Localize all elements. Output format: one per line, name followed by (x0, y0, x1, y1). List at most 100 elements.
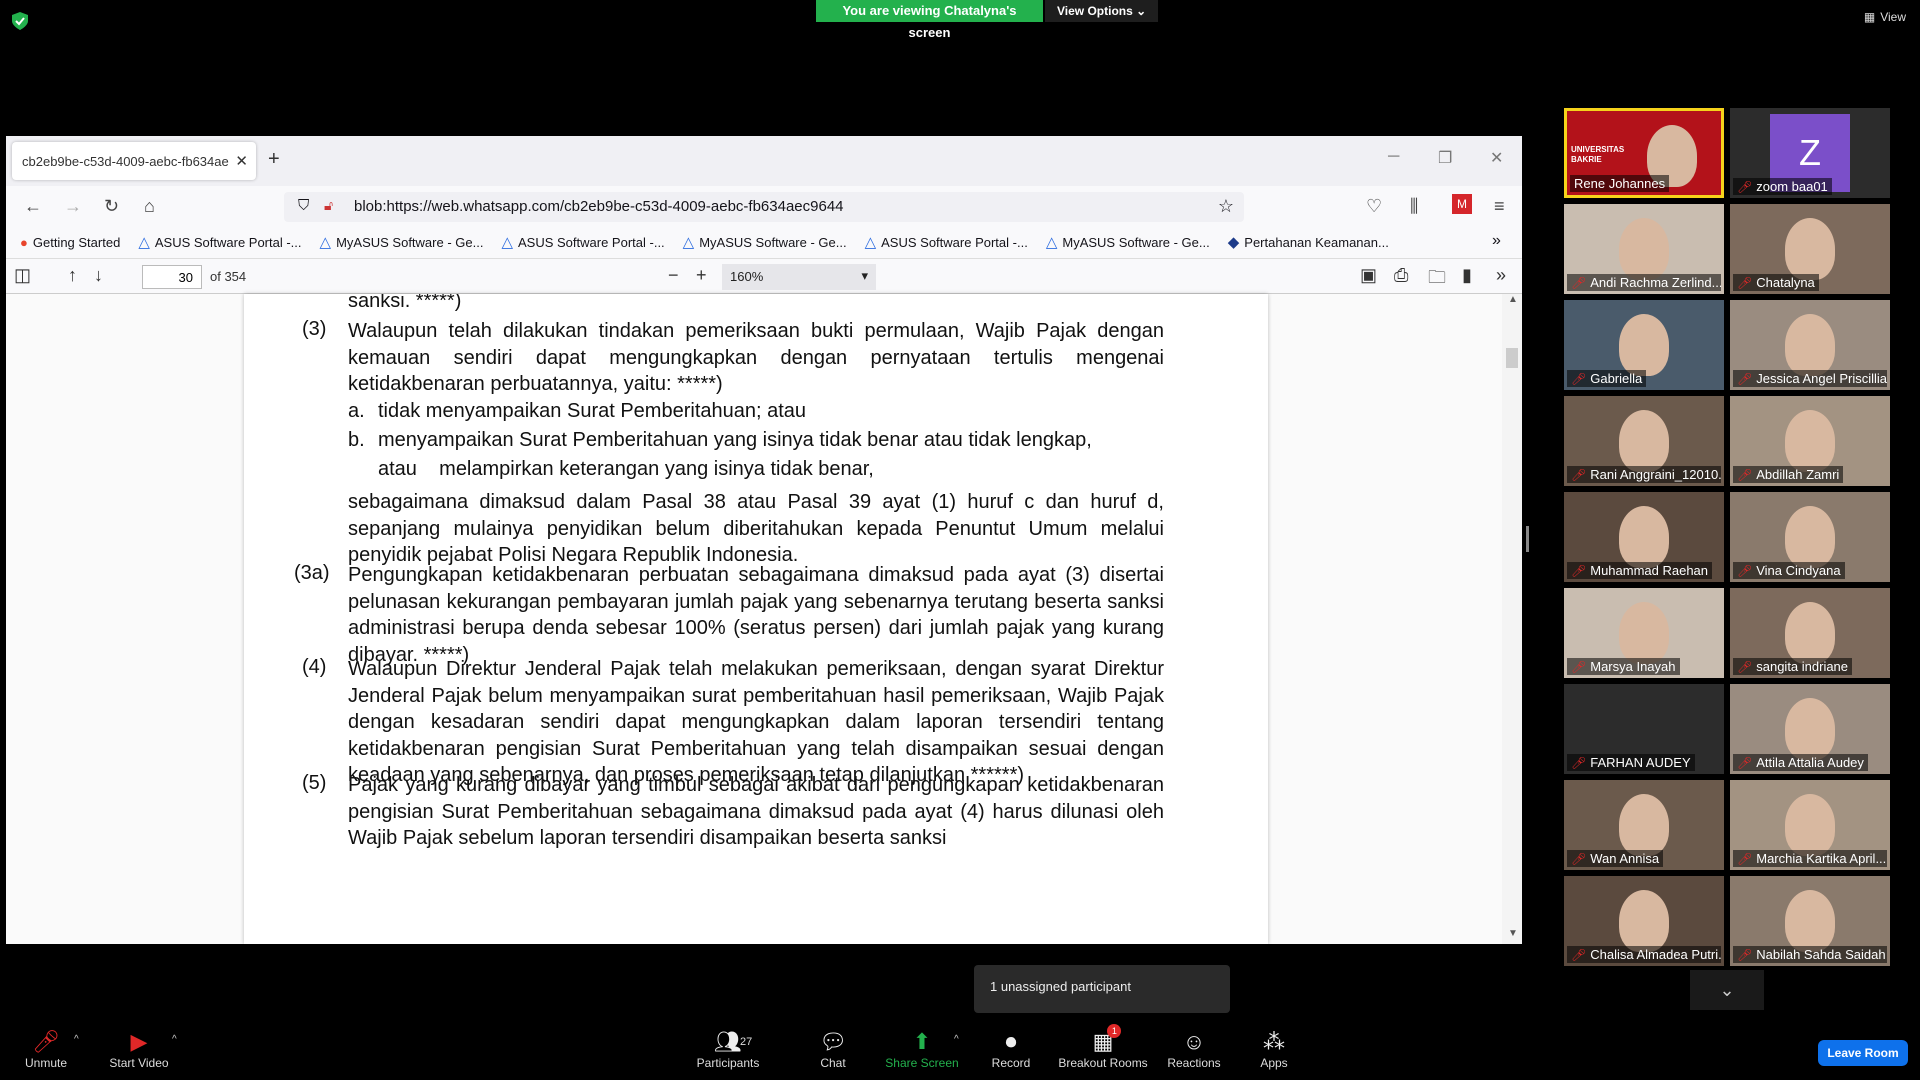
tools-icon[interactable]: » (1496, 265, 1506, 286)
view-layout-button[interactable]: ▦ View (1864, 10, 1906, 24)
participant-tile[interactable]: 🎤︎ Jessica Angel Priscillia (1730, 300, 1890, 390)
close-window-icon[interactable]: ✕ (1490, 148, 1503, 168)
gallery-next-page-icon[interactable]: ⌄ (1690, 970, 1764, 1010)
chevron-double-right-icon[interactable]: » (1492, 232, 1501, 250)
start-video-label: Start Video (109, 1056, 169, 1070)
bookmark-label: ASUS Software Portal -... (154, 234, 302, 250)
participant-name-label: Muhammad Raehan (1590, 563, 1709, 578)
participant-tile[interactable]: 🎤︎ Andi Rachma Zerlind... (1564, 204, 1724, 294)
apps-icon: ⁂ (1263, 1029, 1285, 1054)
participant-tile[interactable]: 🎤︎ Chalisa Almadea Putri... (1564, 876, 1724, 966)
audio-options-caret-icon[interactable]: ^ (74, 1034, 79, 1045)
tracking-shield-icon[interactable]: ⛉ (298, 197, 309, 214)
share-options-caret-icon[interactable]: ^ (954, 1034, 959, 1045)
participants-button[interactable]: 👥︎ 27 Participants (690, 1028, 766, 1070)
library-icon[interactable]: ⫼ (1410, 196, 1418, 217)
participant-tile[interactable]: 🎤︎ Muhammad Raehan (1564, 492, 1724, 582)
sidebar-toggle-icon[interactable]: ◫ (14, 265, 31, 286)
reload-icon[interactable]: ↻ (104, 196, 119, 217)
tab-title: cb2eb9be-c53d-4009-aebc-fb634ae (22, 154, 229, 169)
scroll-down-icon[interactable]: ▼ (1508, 928, 1518, 939)
participant-tile[interactable]: Z 🎤︎ zoom baa01 (1730, 108, 1890, 198)
bookmark-item[interactable]: △ ASUS Software Portal -... (865, 233, 1028, 251)
unmute-button[interactable]: 🎤︎ Unmute (18, 1028, 74, 1070)
forward-icon[interactable]: → (64, 196, 82, 217)
chat-button[interactable]: 💬︎ Chat (808, 1028, 858, 1070)
leave-room-button[interactable]: Leave Room (1818, 1040, 1908, 1066)
participant-video (1785, 698, 1835, 760)
security-shield-icon[interactable] (12, 12, 28, 30)
restore-icon[interactable]: ❐ (1438, 148, 1452, 168)
back-icon[interactable]: ← (24, 196, 42, 217)
bookmark-item[interactable]: △ ASUS Software Portal -... (501, 233, 664, 251)
apps-button[interactable]: ⁂ Apps (1254, 1028, 1294, 1070)
bookmark-item[interactable]: △ MyASUS Software - Ge... (683, 233, 847, 251)
insecure-lock-icon[interactable]: 🔓︎ (324, 197, 333, 214)
bookmark-item[interactable]: △ ASUS Software Portal -... (138, 233, 301, 251)
save-icon[interactable]: 🗀︎ (1428, 265, 1446, 295)
menu-icon[interactable]: ≡ (1494, 196, 1505, 217)
participant-tile[interactable]: 🎤︎ Wan Annisa (1564, 780, 1724, 870)
participant-name-label: Jessica Angel Priscillia (1756, 371, 1887, 386)
participant-tile[interactable]: 🎤︎ Attila Attalia Audey (1730, 684, 1890, 774)
panel-resize-handle[interactable] (1526, 526, 1529, 552)
participant-tile[interactable]: 🎤︎ Marsya Inayah (1564, 588, 1724, 678)
pocket-icon[interactable]: ♡ (1366, 196, 1382, 217)
close-tab-icon[interactable]: ✕ (235, 152, 248, 170)
bookmark-item[interactable]: △ MyASUS Software - Ge... (320, 233, 484, 251)
participant-tile[interactable]: 🎤︎ Rani Anggraini_12010... (1564, 396, 1724, 486)
record-button[interactable]: ⏺ Record (986, 1028, 1036, 1070)
previous-page-icon[interactable]: ↑ (68, 265, 77, 286)
scrollbar-thumb[interactable] (1506, 348, 1518, 368)
share-screen-button[interactable]: ⬆ Share Screen (884, 1028, 960, 1070)
bookmark-label: MyASUS Software - Ge... (1062, 234, 1210, 250)
home-icon[interactable]: ⌂ (144, 196, 155, 217)
view-options-button[interactable]: View Options ⌄ (1045, 0, 1159, 22)
grid-icon: ▦ (1863, 10, 1876, 24)
scroll-up-icon[interactable]: ▲ (1508, 294, 1518, 305)
minimize-icon[interactable]: ─ (1388, 148, 1399, 166)
next-page-icon[interactable]: ↓ (94, 265, 103, 286)
extension-icon[interactable]: M (1452, 194, 1472, 214)
participant-tile[interactable]: 🎤︎ Nabilah Sahda Saidah (1730, 876, 1890, 966)
url-bar[interactable]: ⛉ 🔓︎ blob:https://web.whatsapp.com/cb2eb… (284, 192, 1244, 222)
pdf-scrollbar[interactable]: ▲ ▼ (1502, 294, 1522, 944)
participant-name: 🎤︎ Muhammad Raehan (1567, 562, 1713, 579)
bookmark-getting-started[interactable]: ● Getting Started (20, 235, 120, 250)
participant-name-label: Marsya Inayah (1590, 659, 1676, 674)
bookmark-item[interactable]: △ MyASUS Software - Ge... (1046, 233, 1210, 251)
share-screen-icon: ⬆ (912, 1029, 932, 1054)
participants-label: Participants (696, 1056, 760, 1070)
reactions-button[interactable]: ☺ Reactions (1166, 1028, 1222, 1070)
participant-tile[interactable]: 🎤︎ Abdillah Zamri (1730, 396, 1890, 486)
share-screen-label: Share Screen (885, 1056, 959, 1070)
bookmark-star-icon[interactable]: ☆ (1218, 196, 1234, 217)
participant-tile[interactable]: 🎤︎ sangita indriane (1730, 588, 1890, 678)
print-icon[interactable]: ⎙ (1394, 265, 1408, 286)
participant-name-label: Andi Rachma Zerlind... (1590, 275, 1721, 290)
shared-browser-window: cb2eb9be-c53d-4009-aebc-fb634ae ✕ + ─ ❐ … (6, 136, 1522, 944)
new-tab-icon[interactable]: + (268, 148, 280, 171)
participant-video (1785, 602, 1835, 664)
bookmark-icon[interactable]: ▮ (1462, 265, 1472, 286)
browser-tab[interactable]: cb2eb9be-c53d-4009-aebc-fb634ae ✕ (12, 142, 256, 180)
zoom-in-icon[interactable]: + (696, 265, 707, 286)
bookmark-item[interactable]: ◆ Pertahanan Keamanan... (1228, 233, 1389, 251)
participant-tile[interactable]: 🎤︎ Chatalyna (1730, 204, 1890, 294)
participant-tile[interactable]: 🎤︎ Marchia Kartika April... (1730, 780, 1890, 870)
participant-video (1785, 506, 1835, 568)
participant-tile[interactable]: 🎤︎ Gabriella (1564, 300, 1724, 390)
zoom-out-icon[interactable]: − (668, 265, 679, 286)
video-options-caret-icon[interactable]: ^ (172, 1034, 177, 1045)
pdf-viewer[interactable]: sanksi. *****) (3) Walaupun telah dilaku… (6, 294, 1522, 944)
participant-tile[interactable]: UNIVERSITAS BAKRIE Rene Johannes (1564, 108, 1724, 198)
participant-tile[interactable]: 🎤︎ FARHAN AUDEY (1564, 684, 1724, 774)
record-icon: ⏺ (1005, 1029, 1017, 1054)
breakout-rooms-button[interactable]: ▦ 1 Breakout Rooms (1058, 1024, 1148, 1070)
participant-tile[interactable]: 🎤︎ Vina Cindyana (1730, 492, 1890, 582)
start-video-button[interactable]: ▶︎ Start Video (104, 1028, 174, 1070)
page-number-input[interactable]: 30 (142, 265, 202, 289)
zoom-select[interactable]: 160% ▾ (722, 264, 876, 290)
participants-count: 27 (740, 1036, 753, 1048)
presentation-icon[interactable]: ▣ (1360, 265, 1377, 286)
